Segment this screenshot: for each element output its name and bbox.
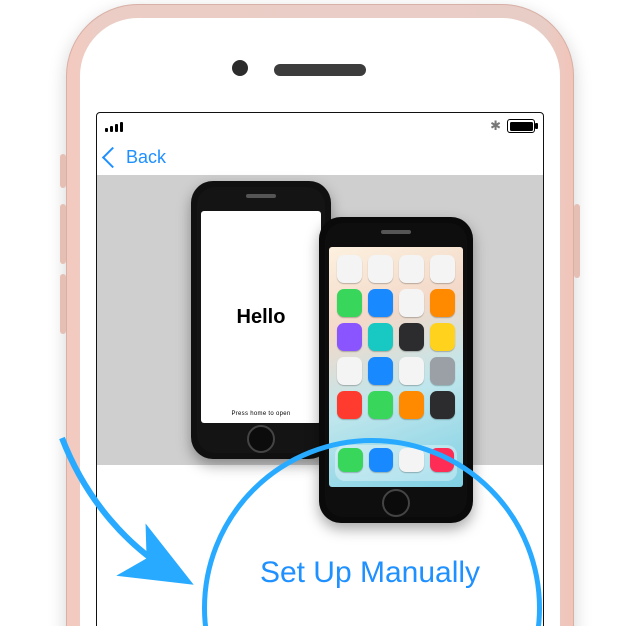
- app-icon: [430, 255, 455, 283]
- app-icon: [337, 323, 362, 351]
- demo-home-button: [247, 425, 275, 453]
- dock-app-icon: [369, 448, 394, 472]
- nav-bar: Back: [97, 139, 543, 175]
- app-icon: [368, 357, 393, 385]
- volume-up-button: [60, 204, 66, 264]
- dock-app-icon: [338, 448, 363, 472]
- demo-phone-homescreen: [319, 217, 473, 523]
- chevron-left-icon: [102, 146, 123, 167]
- demo-phone-hello: Hello Press home to open: [191, 181, 331, 459]
- app-icon: [368, 391, 393, 419]
- app-icon: [337, 391, 362, 419]
- dock: [335, 445, 457, 481]
- battery-icon: [507, 119, 535, 133]
- cellular-signal-icon: [105, 120, 123, 132]
- mute-switch: [60, 154, 66, 188]
- app-icon: [368, 255, 393, 283]
- hello-text: Hello: [237, 306, 286, 329]
- setup-manually-link[interactable]: Set Up Manually: [230, 556, 510, 590]
- demo-home-button: [382, 489, 410, 517]
- app-icon: [399, 391, 424, 419]
- app-icon: [399, 289, 424, 317]
- hero-image: Hello Press home to open: [97, 175, 543, 465]
- device-screen: ✱ Back Hello Press ho: [96, 112, 544, 626]
- app-icon: [399, 255, 424, 283]
- power-button: [574, 204, 580, 278]
- app-icon: [430, 323, 455, 351]
- app-icon: [337, 289, 362, 317]
- back-button[interactable]: Back: [105, 147, 166, 168]
- app-icon: [368, 323, 393, 351]
- dock-app-icon: [399, 448, 424, 472]
- app-icon: [430, 357, 455, 385]
- status-bar: ✱: [97, 113, 543, 139]
- app-icon: [337, 255, 362, 283]
- press-home-hint: Press home to open: [231, 411, 290, 417]
- front-camera: [232, 60, 248, 76]
- app-icon: [430, 391, 455, 419]
- app-icon: [430, 289, 455, 317]
- app-icon: [399, 323, 424, 351]
- app-icon: [337, 357, 362, 385]
- volume-down-button: [60, 274, 66, 334]
- app-icon: [368, 289, 393, 317]
- speaker-grille: [274, 64, 366, 76]
- bluetooth-icon: ✱: [490, 118, 501, 134]
- stage: ✱ Back Hello Press ho: [0, 0, 640, 626]
- app-icon: [399, 357, 424, 385]
- back-label: Back: [126, 147, 166, 168]
- device-frame: ✱ Back Hello Press ho: [66, 4, 574, 626]
- dock-app-icon: [430, 448, 455, 472]
